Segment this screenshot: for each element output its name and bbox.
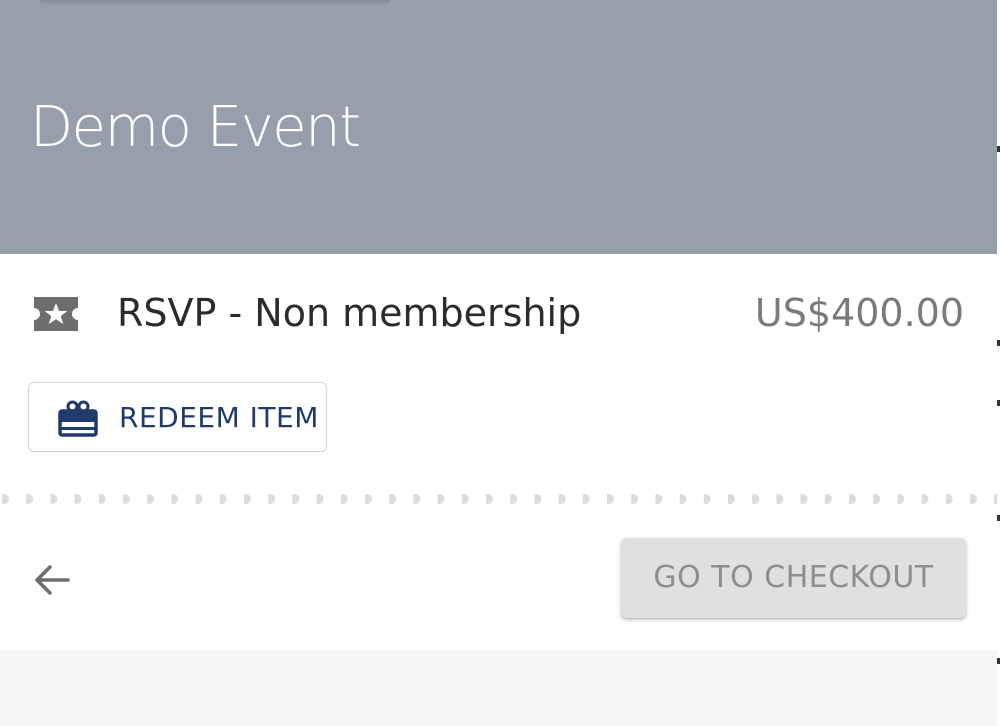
ticket-name: RSVP - Non membership — [117, 291, 582, 335]
dotted-divider — [0, 492, 997, 506]
ticket-price: US$400.00 — [754, 291, 964, 335]
header-shadow — [40, 0, 390, 6]
redeem-item-button[interactable]: REDEEM ITEM — [28, 382, 327, 452]
event-title: Demo Event — [30, 95, 361, 160]
event-ticket-page: Demo Event RSVP - Non membership US$400.… — [0, 0, 1000, 726]
event-header: Demo Event — [0, 0, 997, 254]
go-to-checkout-label: GO TO CHECKOUT — [653, 560, 934, 595]
page-background — [0, 650, 997, 726]
gift-card-icon — [58, 400, 98, 437]
ticket-star-icon — [34, 297, 78, 331]
redeem-item-label: REDEEM ITEM — [119, 401, 319, 434]
ticket-card: Demo Event RSVP - Non membership US$400.… — [0, 0, 997, 650]
arrow-left-icon[interactable] — [30, 560, 74, 600]
go-to-checkout-button[interactable]: GO TO CHECKOUT — [621, 538, 966, 618]
